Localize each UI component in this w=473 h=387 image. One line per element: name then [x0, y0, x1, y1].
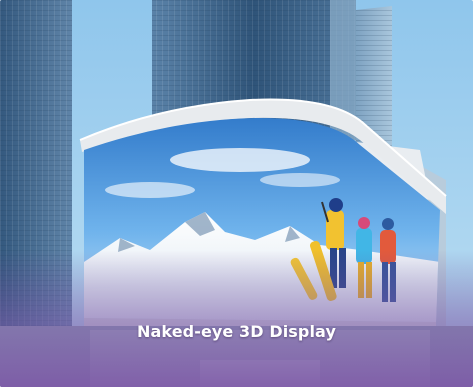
display-card[interactable]: Naked-eye 3D Display: [0, 0, 473, 387]
image-caption: Naked-eye 3D Display: [137, 322, 336, 341]
